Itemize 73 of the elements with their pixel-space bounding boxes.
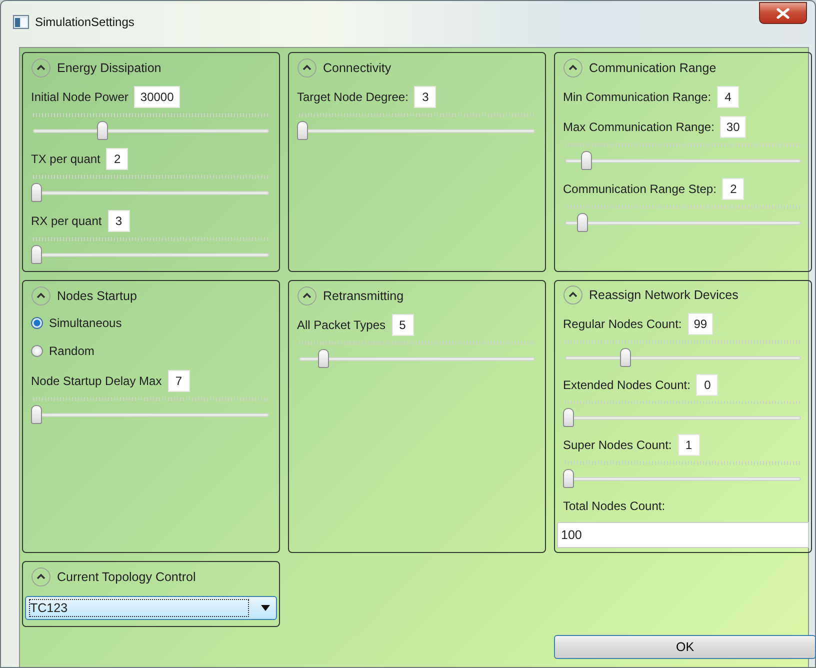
value-field[interactable]: 0	[696, 374, 718, 396]
slider[interactable]	[31, 405, 271, 425]
value-field[interactable]: 3	[414, 86, 436, 108]
value-field[interactable]: 99	[688, 312, 714, 335]
radio-icon[interactable]	[31, 345, 43, 357]
field-label: TX per quant	[31, 152, 100, 166]
slider[interactable]	[297, 121, 537, 141]
group-header[interactable]: Communication Range	[563, 57, 716, 79]
chevron-icon	[31, 286, 51, 306]
field-label: Initial Node Power	[31, 90, 128, 104]
field-label: Node Startup Delay Max	[31, 374, 162, 388]
field-label: Target Node Degree:	[297, 90, 408, 104]
value-field[interactable]: 5	[392, 314, 414, 336]
dropdown[interactable]: TC123	[25, 596, 277, 620]
slider-thumb[interactable]	[620, 348, 632, 367]
slider-thumb[interactable]	[318, 349, 329, 368]
ok-button[interactable]: OK	[554, 635, 816, 659]
value-field[interactable]: 1	[678, 434, 700, 456]
radio-icon[interactable]	[31, 317, 43, 329]
slider[interactable]	[297, 349, 537, 369]
slider-thumb[interactable]	[31, 405, 42, 424]
slider-thumb[interactable]	[563, 408, 574, 428]
chevron-icon	[297, 286, 317, 306]
radio-option[interactable]: Random	[31, 339, 94, 363]
field-label: Total Nodes Count:	[563, 498, 666, 513]
slider-thumb[interactable]	[576, 213, 588, 232]
slider-thumb[interactable]	[31, 183, 42, 202]
slider[interactable]	[563, 151, 803, 171]
group-header[interactable]: Energy Dissipation	[31, 57, 162, 79]
chevron-icon	[563, 285, 583, 306]
slider[interactable]	[563, 213, 803, 233]
slider[interactable]	[563, 408, 803, 428]
field-label: RX per quant	[31, 214, 102, 228]
field-label: Extended Nodes Count:	[563, 378, 690, 392]
value-field[interactable]: 2	[722, 178, 744, 200]
field-label: Communication Range Step:	[563, 182, 716, 196]
window-title: SimulationSettings	[35, 15, 136, 29]
group-header[interactable]: Reassign Network Devices	[563, 285, 738, 306]
radio-option[interactable]: Simultaneous	[31, 311, 122, 335]
slider[interactable]	[563, 348, 803, 367]
value-field[interactable]: 4	[717, 86, 740, 108]
slider[interactable]	[31, 121, 271, 141]
input-field[interactable]: 100	[557, 522, 809, 548]
app-icon	[13, 15, 29, 29]
value-field[interactable]: 7	[168, 370, 190, 392]
group-header[interactable]: Connectivity	[297, 57, 392, 79]
slider-thumb[interactable]	[563, 469, 574, 488]
value-field[interactable]: 2	[106, 148, 128, 170]
chevron-icon	[31, 567, 51, 587]
field-label: Max Communication Range:	[563, 120, 714, 134]
slider-thumb[interactable]	[97, 121, 108, 140]
field-label: Regular Nodes Count:	[563, 316, 682, 331]
close-icon	[776, 8, 790, 18]
field-label: Super Nodes Count:	[563, 438, 672, 452]
group-header[interactable]: Retransmitting	[297, 285, 404, 307]
group-header[interactable]: Current Topology Control	[31, 566, 196, 588]
slider[interactable]	[563, 469, 803, 488]
field-label: All Packet Types	[297, 318, 386, 332]
chevron-icon	[563, 58, 583, 78]
caret-icon	[261, 605, 270, 611]
field-label: Min Communication Range:	[563, 90, 712, 104]
value-field[interactable]: 3	[108, 210, 130, 232]
chevron-icon	[297, 58, 317, 78]
slider-thumb[interactable]	[31, 245, 42, 264]
close-button[interactable]	[759, 2, 807, 24]
group-header[interactable]: Nodes Startup	[31, 285, 137, 307]
slider-thumb[interactable]	[581, 151, 592, 170]
value-field[interactable]: 30000	[134, 86, 180, 108]
chevron-icon	[31, 58, 51, 78]
slider[interactable]	[31, 183, 271, 203]
value-field[interactable]: 30	[720, 116, 746, 138]
slider[interactable]	[31, 245, 271, 265]
slider-thumb[interactable]	[297, 121, 308, 140]
